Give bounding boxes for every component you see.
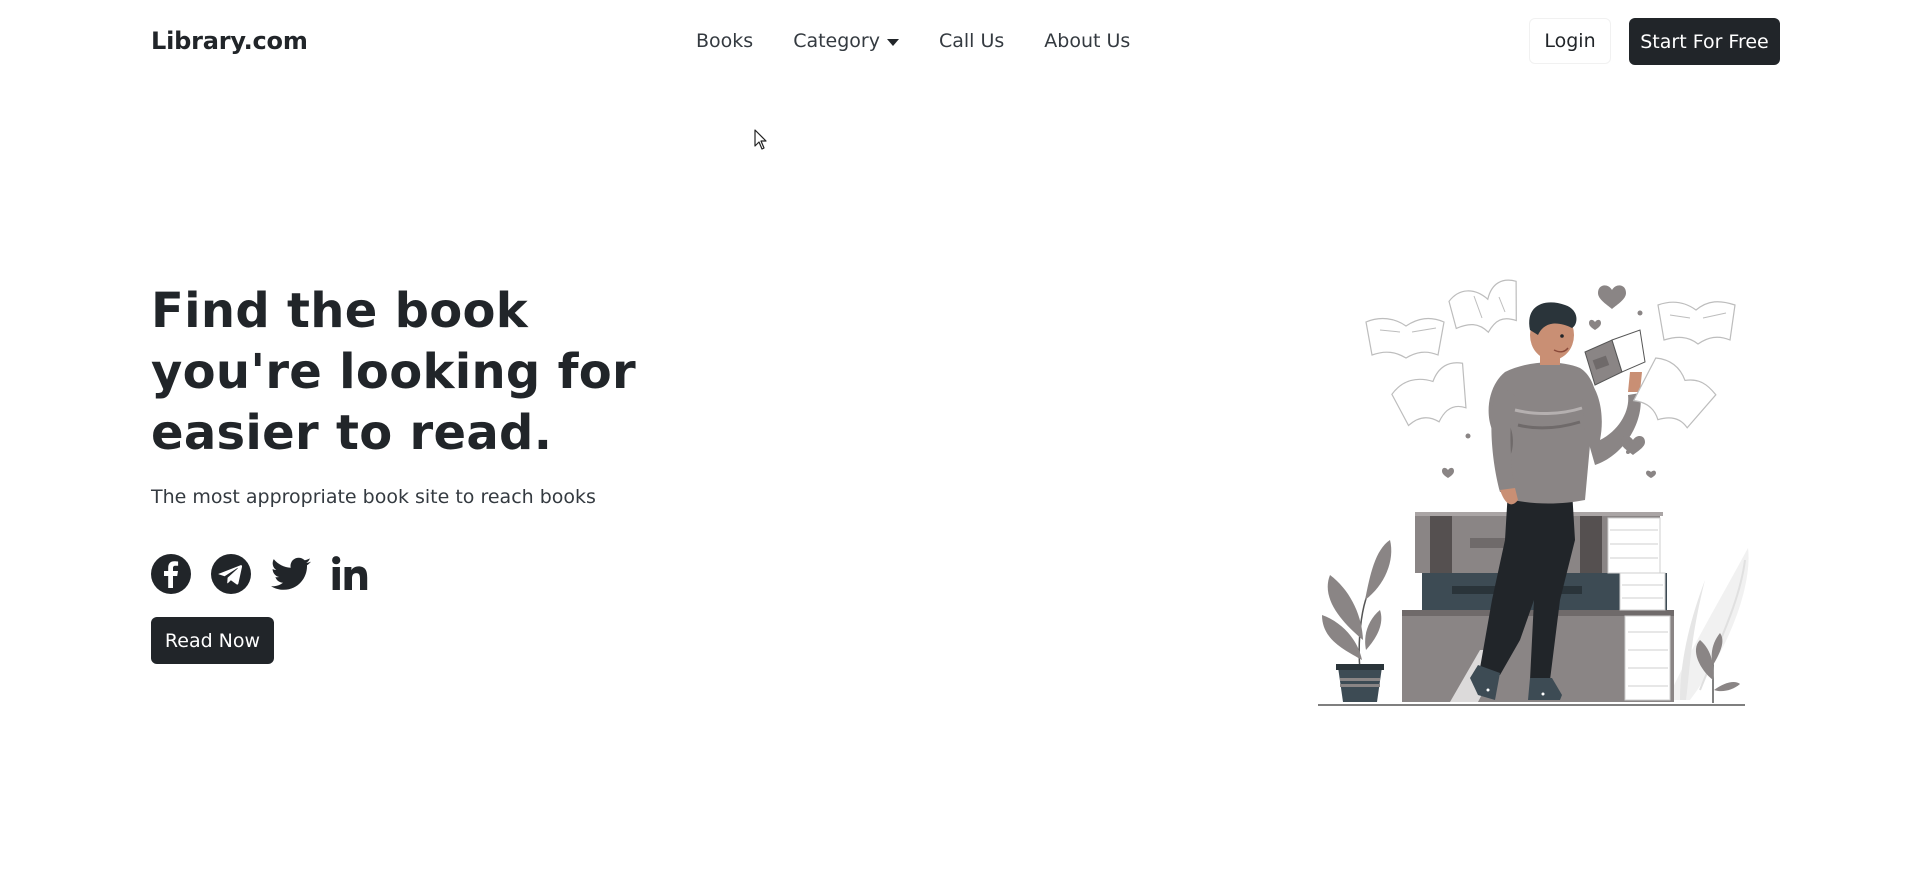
hero-title: Find the book you're looking for easier … [151, 283, 637, 461]
mouse-cursor-icon [754, 129, 767, 150]
hero-subtitle: The most appropriate book site to reach … [151, 486, 596, 508]
nav-link-category-label: Category [793, 30, 880, 52]
twitter-icon[interactable] [271, 554, 311, 594]
login-button[interactable]: Login [1529, 18, 1611, 64]
nav-link-call-us-label: Call Us [938, 30, 1005, 52]
caret-down-icon [886, 38, 899, 46]
nav-link-books-label: Books [696, 30, 754, 52]
linkedin-icon[interactable] [331, 554, 371, 594]
nav-link-call-us[interactable]: Call Us [939, 30, 1004, 52]
social-links [151, 554, 371, 594]
man-reading-book-illustration [1318, 279, 1749, 706]
read-now-button[interactable]: Read Now [151, 617, 274, 664]
nav-link-about-us-label: About Us [1044, 30, 1131, 52]
nav-link-about-us[interactable]: About Us [1044, 30, 1130, 52]
nav-link-books[interactable]: Books [696, 30, 753, 52]
telegram-icon[interactable] [211, 554, 251, 594]
start-for-free-button[interactable]: Start For Free [1629, 18, 1780, 65]
facebook-icon[interactable] [151, 554, 191, 594]
navbar: Library.com Books Category Call Us About… [0, 0, 1920, 84]
nav-links: Books Category Call Us About Us [696, 30, 1130, 52]
nav-link-category[interactable]: Category [793, 30, 899, 52]
brand-logo[interactable]: Library.com [151, 27, 308, 55]
